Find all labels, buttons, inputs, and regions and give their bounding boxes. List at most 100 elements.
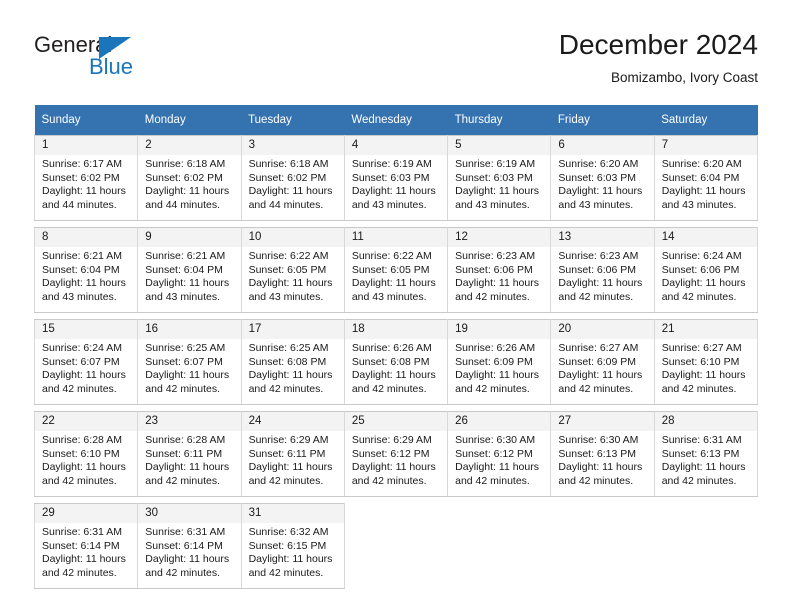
calendar-day-cell[interactable]: 12 Sunrise: 6:23 AM Sunset: 6:06 PM Dayligh… (447, 227, 552, 313)
calendar-day-cell[interactable]: 10 Sunrise: 6:22 AM Sunset: 6:05 PM Dayligh… (240, 227, 345, 313)
daylight-text-line1: Daylight: 11 hours (42, 553, 126, 566)
day-number: 29 (35, 504, 138, 523)
day-number: 20 (551, 320, 654, 339)
calendar-day-cell[interactable]: 31 Sunrise: 6:32 AM Sunset: 6:15 PM Dayligh… (240, 503, 345, 589)
calendar-day-cell[interactable]: 23 Sunrise: 6:28 AM Sunset: 6:11 PM Dayligh… (137, 411, 242, 497)
daylight-text-line1: Daylight: 11 hours (145, 553, 230, 566)
calendar-week-row: 1 Sunrise: 6:17 AM Sunset: 6:02 PM Daylight… (33, 135, 759, 221)
calendar-day-cell[interactable]: 18 Sunrise: 6:26 AM Sunset: 6:08 PM Dayligh… (343, 319, 449, 405)
sunset-text: Sunset: 6:03 PM (558, 171, 637, 184)
sunrise-text: Sunrise: 6:25 AM (248, 342, 329, 354)
daylight-text-line1: Daylight: 11 hours (351, 277, 436, 290)
sunrise-text: Sunrise: 6:21 AM (145, 250, 226, 262)
calendar-week-row: 29 Sunrise: 6:31 AM Sunset: 6:14 PM Dayligh… (33, 503, 758, 589)
calendar-day-cell[interactable]: 19 Sunrise: 6:26 AM Sunset: 6:09 PM Dayligh… (447, 319, 552, 405)
calendar-day-cell[interactable]: 3 Sunrise: 6:18 AM Sunset: 6:02 PM Daylight… (240, 135, 345, 221)
calendar-day-cell[interactable]: 30 Sunrise: 6:31 AM Sunset: 6:14 PM Dayligh… (137, 503, 242, 589)
calendar-day-cell[interactable]: 8 Sunrise: 6:21 AM Sunset: 6:04 PM Daylight… (33, 227, 139, 313)
sunset-text: Sunset: 6:10 PM (42, 447, 120, 460)
sunrise-text: Sunrise: 6:20 AM (558, 158, 639, 170)
calendar-day-cell[interactable]: 15 Sunrise: 6:24 AM Sunset: 6:07 PM Dayligh… (33, 319, 139, 405)
day-details: Sunrise: 6:18 AM Sunset: 6:02 PM Daylight:… (241, 155, 344, 217)
day-number: 3 (241, 136, 344, 155)
calendar-day-cell[interactable]: 22 Sunrise: 6:28 AM Sunset: 6:10 PM Dayligh… (33, 411, 139, 497)
week-spacer-cell (34, 312, 758, 320)
calendar-day-cell[interactable]: 14 Sunrise: 6:24 AM Sunset: 6:06 PM Dayligh… (653, 227, 759, 313)
calendar-day-cell[interactable]: 9 Sunrise: 6:21 AM Sunset: 6:04 PM Daylight… (137, 227, 242, 313)
week-spacer (34, 404, 758, 412)
calendar-day-cell[interactable]: 21 Sunrise: 6:27 AM Sunset: 6:10 PM Dayligh… (653, 319, 759, 405)
daylight-text-line2: and 42 minutes. (455, 290, 530, 303)
calendar-day-cell[interactable]: 24 Sunrise: 6:29 AM Sunset: 6:11 PM Dayligh… (240, 411, 345, 497)
daylight-text-line1: Daylight: 11 hours (455, 277, 539, 290)
calendar-day-cell[interactable]: 11 Sunrise: 6:22 AM Sunset: 6:05 PM Dayligh… (343, 227, 449, 313)
day-number: 11 (344, 228, 448, 247)
daylight-text-line2: and 43 minutes. (351, 290, 427, 303)
daylight-text-line1: Daylight: 11 hours (42, 369, 126, 382)
day-details: Sunrise: 6:26 AM Sunset: 6:08 PM Daylight:… (344, 339, 448, 401)
calendar-day-cell[interactable]: 13 Sunrise: 6:23 AM Sunset: 6:06 PM Dayligh… (550, 227, 655, 313)
calendar-day-cell[interactable]: 1 Sunrise: 6:17 AM Sunset: 6:02 PM Daylight… (33, 135, 139, 221)
day-number: 10 (241, 228, 344, 247)
calendar-day-cell[interactable]: 27 Sunrise: 6:30 AM Sunset: 6:13 PM Dayligh… (550, 411, 655, 497)
day-details: Sunrise: 6:32 AM Sunset: 6:15 PM Daylight:… (241, 523, 344, 585)
calendar-day-cell[interactable]: 7 Sunrise: 6:20 AM Sunset: 6:04 PM Daylight… (653, 135, 759, 221)
day-number: 1 (35, 136, 138, 155)
weekday-header-friday: Friday (550, 105, 655, 136)
week-spacer-cell (34, 496, 758, 504)
day-details: Sunrise: 6:18 AM Sunset: 6:02 PM Daylight:… (138, 155, 241, 217)
week-spacer (34, 496, 758, 504)
day-number: 28 (654, 412, 757, 431)
calendar-day-cell[interactable]: 4 Sunrise: 6:19 AM Sunset: 6:03 PM Daylight… (343, 135, 449, 221)
day-number: 4 (344, 136, 448, 155)
sunrise-text: Sunrise: 6:31 AM (145, 526, 226, 538)
daylight-text-line2: and 43 minutes. (455, 198, 530, 211)
daylight-text-line2: and 42 minutes. (145, 474, 220, 487)
day-number: 22 (35, 412, 138, 431)
calendar-day-cell[interactable]: 5 Sunrise: 6:19 AM Sunset: 6:03 PM Daylight… (447, 135, 552, 221)
logo[interactable]: General Blue (34, 32, 164, 82)
day-details: Sunrise: 6:21 AM Sunset: 6:04 PM Daylight:… (35, 247, 138, 309)
daylight-text-line2: and 42 minutes. (455, 474, 530, 487)
sunset-text: Sunset: 6:13 PM (558, 447, 637, 460)
weekday-header-saturday: Saturday (654, 105, 758, 136)
page-header: General Blue December 2024 Bomizambo, Iv… (0, 0, 792, 100)
sunset-text: Sunset: 6:02 PM (145, 171, 223, 184)
sunrise-text: Sunrise: 6:27 AM (661, 342, 742, 354)
day-details: Sunrise: 6:21 AM Sunset: 6:04 PM Daylight:… (138, 247, 241, 309)
calendar-day-cell[interactable]: 29 Sunrise: 6:31 AM Sunset: 6:14 PM Dayligh… (33, 503, 139, 589)
calendar-day-cell[interactable]: 28 Sunrise: 6:31 AM Sunset: 6:13 PM Dayligh… (653, 411, 759, 497)
sunrise-text: Sunrise: 6:27 AM (558, 342, 639, 354)
calendar-day-cell[interactable]: 26 Sunrise: 6:30 AM Sunset: 6:12 PM Dayligh… (447, 411, 552, 497)
sunset-text: Sunset: 6:07 PM (145, 355, 223, 368)
week-spacer (34, 220, 758, 228)
calendar-header-row: Sunday Monday Tuesday Wednesday Thursday… (34, 105, 758, 136)
sunrise-text: Sunrise: 6:19 AM (351, 158, 432, 170)
sunrise-text: Sunrise: 6:17 AM (42, 158, 122, 170)
daylight-text-line1: Daylight: 11 hours (558, 369, 643, 382)
sunset-text: Sunset: 6:14 PM (42, 539, 120, 552)
daylight-text-line1: Daylight: 11 hours (351, 185, 436, 198)
daylight-text-line2: and 42 minutes. (455, 382, 530, 395)
sunset-text: Sunset: 6:02 PM (248, 171, 327, 184)
daylight-text-line2: and 42 minutes. (248, 382, 324, 395)
daylight-text-line2: and 42 minutes. (145, 566, 220, 579)
daylight-text-line1: Daylight: 11 hours (42, 277, 126, 290)
page-subtitle: Bomizambo, Ivory Coast (610, 70, 758, 85)
calendar-day-cell[interactable]: 20 Sunrise: 6:27 AM Sunset: 6:09 PM Dayligh… (550, 319, 655, 405)
sunset-text: Sunset: 6:10 PM (661, 355, 740, 368)
sunrise-text: Sunrise: 6:26 AM (455, 342, 536, 354)
sunrise-text: Sunrise: 6:20 AM (661, 158, 742, 170)
sunset-text: Sunset: 6:13 PM (661, 447, 740, 460)
day-details: Sunrise: 6:29 AM Sunset: 6:12 PM Daylight:… (344, 431, 448, 493)
calendar-day-cell[interactable]: 16 Sunrise: 6:25 AM Sunset: 6:07 PM Dayligh… (137, 319, 242, 405)
sunset-text: Sunset: 6:04 PM (145, 263, 223, 276)
sunrise-text: Sunrise: 6:29 AM (351, 434, 432, 446)
calendar-day-cell[interactable]: 17 Sunrise: 6:25 AM Sunset: 6:08 PM Dayligh… (240, 319, 345, 405)
calendar-day-cell[interactable]: 6 Sunrise: 6:20 AM Sunset: 6:03 PM Daylight… (550, 135, 655, 221)
calendar-day-cell[interactable]: 2 Sunrise: 6:18 AM Sunset: 6:02 PM Daylight… (137, 135, 242, 221)
day-details: Sunrise: 6:26 AM Sunset: 6:09 PM Daylight:… (448, 339, 551, 401)
day-details: Sunrise: 6:19 AM Sunset: 6:03 PM Daylight:… (448, 155, 551, 217)
calendar-day-cell[interactable]: 25 Sunrise: 6:29 AM Sunset: 6:12 PM Dayligh… (343, 411, 449, 497)
day-details: Sunrise: 6:19 AM Sunset: 6:03 PM Daylight:… (344, 155, 448, 217)
